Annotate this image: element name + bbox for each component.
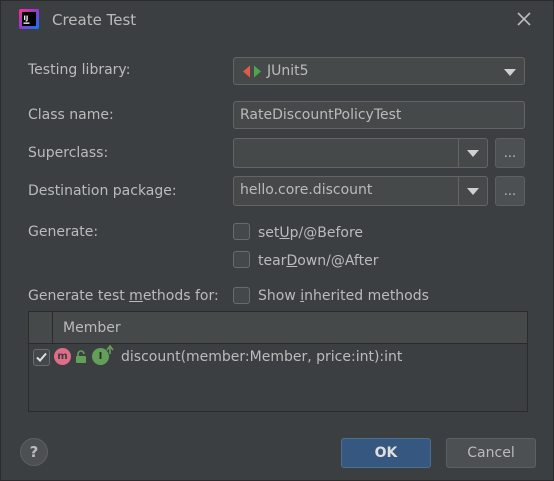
- svg-text:IJ: IJ: [24, 14, 29, 22]
- superclass-browse-button[interactable]: ...: [495, 138, 525, 168]
- testing-library-select[interactable]: JUnit5: [233, 57, 525, 85]
- setup-label[interactable]: setUp/@Before: [258, 225, 363, 241]
- table-row[interactable]: m I discount(member:Member, price:int):i…: [29, 344, 527, 374]
- destination-package-combo[interactable]: hello.core.discount: [233, 176, 488, 206]
- class-name-value: RateDiscountPolicyTest: [240, 107, 402, 123]
- intellij-idea-icon: IJ: [19, 9, 39, 29]
- destination-package-label: Destination package:: [28, 183, 177, 199]
- chevron-down-icon: [504, 69, 516, 76]
- member-checkbox[interactable]: [33, 349, 50, 366]
- teardown-checkbox[interactable]: [233, 251, 250, 268]
- member-signature: discount(member:Member, price:int):int: [121, 349, 403, 365]
- checkmark-icon: [36, 352, 47, 362]
- help-icon[interactable]: ?: [20, 438, 48, 466]
- testing-library-label: Testing library:: [28, 62, 131, 78]
- member-column-header[interactable]: Member: [63, 320, 121, 336]
- method-icon: m: [54, 348, 71, 365]
- title-bar: IJ Create Test: [1, 1, 553, 39]
- chevron-down-icon[interactable]: [467, 188, 479, 195]
- teardown-label[interactable]: tearDown/@After: [258, 253, 378, 269]
- dialog-title: Create Test: [52, 11, 137, 29]
- generate-label: Generate:: [28, 224, 99, 240]
- junit5-icon: [243, 65, 261, 78]
- destination-browse-button[interactable]: ...: [495, 176, 525, 206]
- class-name-label: Class name:: [28, 107, 114, 123]
- testing-library-value: JUnit5: [267, 63, 309, 79]
- class-name-field[interactable]: RateDiscountPolicyTest: [233, 101, 525, 129]
- table-header: Member: [29, 312, 527, 344]
- ok-button[interactable]: OK: [341, 438, 431, 468]
- setup-checkbox[interactable]: [233, 223, 250, 240]
- chevron-down-icon[interactable]: [467, 150, 479, 157]
- arrow-up-icon: [106, 345, 114, 354]
- superclass-combo[interactable]: [233, 138, 488, 168]
- members-table: Member m I discount(member:Member, price…: [28, 311, 528, 412]
- public-lock-icon: [76, 350, 86, 363]
- cancel-button[interactable]: Cancel: [446, 438, 536, 468]
- create-test-dialog: IJ Create Test Testing library: JUnit5 C…: [0, 0, 554, 481]
- close-icon[interactable]: [513, 8, 535, 30]
- show-inherited-checkbox[interactable]: [233, 287, 250, 304]
- superclass-label: Superclass:: [28, 145, 109, 161]
- destination-package-value: hello.core.discount: [240, 182, 373, 198]
- show-inherited-label[interactable]: Show inherited methods: [258, 288, 429, 304]
- generate-methods-label: Generate test methods for:: [28, 288, 219, 304]
